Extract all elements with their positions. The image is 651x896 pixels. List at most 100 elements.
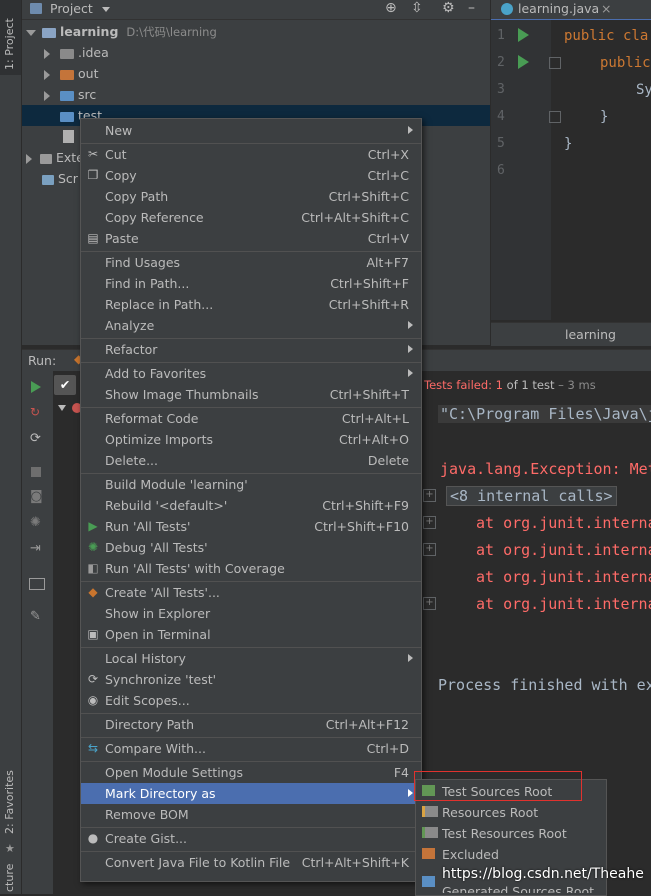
expand-icon[interactable]: +: [423, 516, 436, 529]
menu-item-convert-to-kotlin[interactable]: Convert Java File to Kotlin File Ctrl+Alt…: [81, 852, 421, 873]
source-folder-icon: [60, 90, 74, 101]
menu-item-local-history[interactable]: Local History: [81, 648, 421, 669]
menu-item-optimize-imports[interactable]: Optimize Imports Ctrl+Alt+O: [81, 429, 421, 450]
chevron-right-icon: [408, 126, 413, 134]
menu-item-mark-directory-as[interactable]: Mark Directory as: [81, 783, 421, 804]
menu-item-reformat-code[interactable]: Reformat Code Ctrl+Alt+L: [81, 408, 421, 429]
close-icon[interactable]: ×: [601, 1, 611, 16]
code-line: }: [564, 136, 573, 152]
menu-item-compare-with[interactable]: ⇆ Compare With... Ctrl+D: [81, 738, 421, 759]
menu-item-debug-all-tests[interactable]: ✺ Debug 'All Tests': [81, 537, 421, 558]
toggle-auto-test-icon[interactable]: ⟳: [30, 431, 41, 446]
chevron-right-icon[interactable]: [44, 90, 50, 101]
line-number: 4: [497, 109, 505, 124]
minimize-icon[interactable]: –: [468, 0, 475, 16]
chevron-right-icon[interactable]: [26, 153, 32, 164]
exit-icon[interactable]: ⇥: [30, 541, 41, 556]
pin-icon[interactable]: ✎: [30, 609, 41, 624]
rerun-failed-icon[interactable]: ↻: [30, 405, 40, 419]
submenu-item-excluded[interactable]: Excluded: [416, 844, 606, 865]
layout-icon[interactable]: [29, 578, 45, 590]
menu-item-copy-path[interactable]: Copy Path Ctrl+Shift+C: [81, 186, 421, 207]
menu-item-create-all-tests[interactable]: ◆ Create 'All Tests'...: [81, 582, 421, 603]
menu-item-copy[interactable]: ❐ Copy Ctrl+C: [81, 165, 421, 186]
test-status-time: – 3 ms: [558, 378, 596, 392]
chevron-down-icon[interactable]: [58, 405, 66, 411]
line-number: 5: [497, 136, 505, 151]
menu-item-show-image-thumbnails[interactable]: Show Image Thumbnails Ctrl+Shift+T: [81, 384, 421, 405]
tree-item-out[interactable]: out: [22, 63, 490, 84]
console-folded-calls[interactable]: <8 internal calls>: [446, 486, 617, 506]
run-gutter-icon[interactable]: [518, 28, 529, 42]
expand-icon[interactable]: +: [423, 543, 436, 556]
crosshair-icon[interactable]: ⊕: [385, 0, 397, 16]
menu-item-open-in-terminal[interactable]: ▣ Open in Terminal: [81, 624, 421, 645]
editor-breadcrumb-bar: learning: [491, 322, 651, 346]
menu-item-refactor[interactable]: Refactor: [81, 339, 421, 360]
menu-item-analyze[interactable]: Analyze: [81, 315, 421, 336]
chevron-right-icon[interactable]: [44, 69, 50, 80]
rerun-icon[interactable]: [31, 381, 41, 393]
tree-item-external-libraries[interactable]: Exte: [22, 147, 84, 168]
menu-item-find-usages[interactable]: Find Usages Alt+F7: [81, 252, 421, 273]
menu-item-cut[interactable]: ✂ Cut Ctrl+X: [81, 144, 421, 165]
expand-icon[interactable]: +: [423, 489, 436, 502]
expand-icon[interactable]: +: [423, 597, 436, 610]
menu-item-add-to-favorites[interactable]: Add to Favorites: [81, 363, 421, 384]
menu-item-open-module-settings[interactable]: Open Module Settings F4: [81, 762, 421, 783]
editor-tab[interactable]: learning.java ×: [491, 0, 651, 20]
menu-item-build-module[interactable]: Build Module 'learning': [81, 474, 421, 495]
menu-item-synchronize[interactable]: ⟳ Synchronize 'test': [81, 669, 421, 690]
menu-item-remove-bom[interactable]: Remove BOM: [81, 804, 421, 825]
project-tool-tab[interactable]: 1: Project: [0, 0, 21, 75]
menu-item-create-gist[interactable]: ● Create Gist...: [81, 828, 421, 849]
menu-item-rebuild[interactable]: Rebuild '<default>' Ctrl+Shift+F9: [81, 495, 421, 516]
menu-item-directory-path[interactable]: Directory Path Ctrl+Alt+F12: [81, 714, 421, 735]
stop-icon[interactable]: [31, 467, 41, 477]
favorites-tool-tab[interactable]: 2: Favorites: [0, 770, 21, 840]
run-gutter-icon[interactable]: [518, 55, 529, 69]
menu-item-new[interactable]: New: [81, 120, 421, 141]
line-number: 2: [497, 55, 505, 70]
tree-item-learning[interactable]: learning D:\代码\learning: [22, 21, 490, 42]
test-status-failed: Tests failed: 1: [424, 378, 504, 392]
structure-tool-tab[interactable]: cture: [0, 860, 21, 894]
editor-tab-title: learning.java: [518, 1, 600, 16]
excluded-folder-icon: [422, 848, 435, 859]
tree-item-idea[interactable]: .idea: [22, 42, 490, 63]
menu-item-edit-scopes[interactable]: ◉ Edit Scopes...: [81, 690, 421, 711]
line-number: 3: [497, 82, 505, 97]
menu-item-show-in-explorer[interactable]: Show in Explorer: [81, 603, 421, 624]
chevron-right-icon: [408, 789, 413, 797]
submenu-item-resources-root[interactable]: Resources Root: [416, 802, 606, 823]
camera-icon[interactable]: ◙: [30, 489, 43, 504]
fold-icon[interactable]: [549, 57, 561, 69]
menu-item-run-all-tests[interactable]: ▶ Run 'All Tests' Ctrl+Shift+F10: [81, 516, 421, 537]
github-icon: ●: [87, 831, 99, 845]
show-passed-toggle[interactable]: ✔: [54, 375, 76, 395]
submenu-item-test-resources-root[interactable]: Test Resources Root: [416, 823, 606, 844]
menu-item-copy-reference[interactable]: Copy Reference Ctrl+Alt+Shift+C: [81, 207, 421, 228]
clipboard-icon: ▤: [87, 231, 99, 245]
bug-icon[interactable]: ✺: [30, 515, 41, 530]
menu-item-paste[interactable]: ▤ Paste Ctrl+V: [81, 228, 421, 249]
star-icon: ★: [5, 842, 15, 855]
gear-icon[interactable]: ⚙: [442, 0, 455, 16]
menu-item-delete[interactable]: Delete... Delete: [81, 450, 421, 471]
tree-item-scratches[interactable]: Scr: [22, 168, 82, 189]
tree-item-src[interactable]: src: [22, 84, 490, 105]
project-panel-title[interactable]: Project: [50, 1, 93, 16]
library-icon: [40, 153, 52, 164]
menu-item-run-with-coverage[interactable]: ◧ Run 'All Tests' with Coverage: [81, 558, 421, 579]
chevron-down-icon[interactable]: [26, 29, 36, 36]
chevron-right-icon: [408, 369, 413, 377]
fold-icon[interactable]: [549, 111, 561, 123]
scissors-icon: ✂: [87, 147, 99, 161]
chevron-right-icon[interactable]: [44, 48, 50, 59]
menu-item-find-in-path[interactable]: Find in Path... Ctrl+Shift+F: [81, 273, 421, 294]
menu-item-replace-in-path[interactable]: Replace in Path... Ctrl+Shift+R: [81, 294, 421, 315]
chevron-down-icon[interactable]: [102, 7, 110, 12]
run-panel-title: Run:: [28, 353, 57, 368]
editor-breadcrumb[interactable]: learning: [565, 327, 616, 342]
collapse-icon[interactable]: ⇳: [411, 0, 423, 16]
